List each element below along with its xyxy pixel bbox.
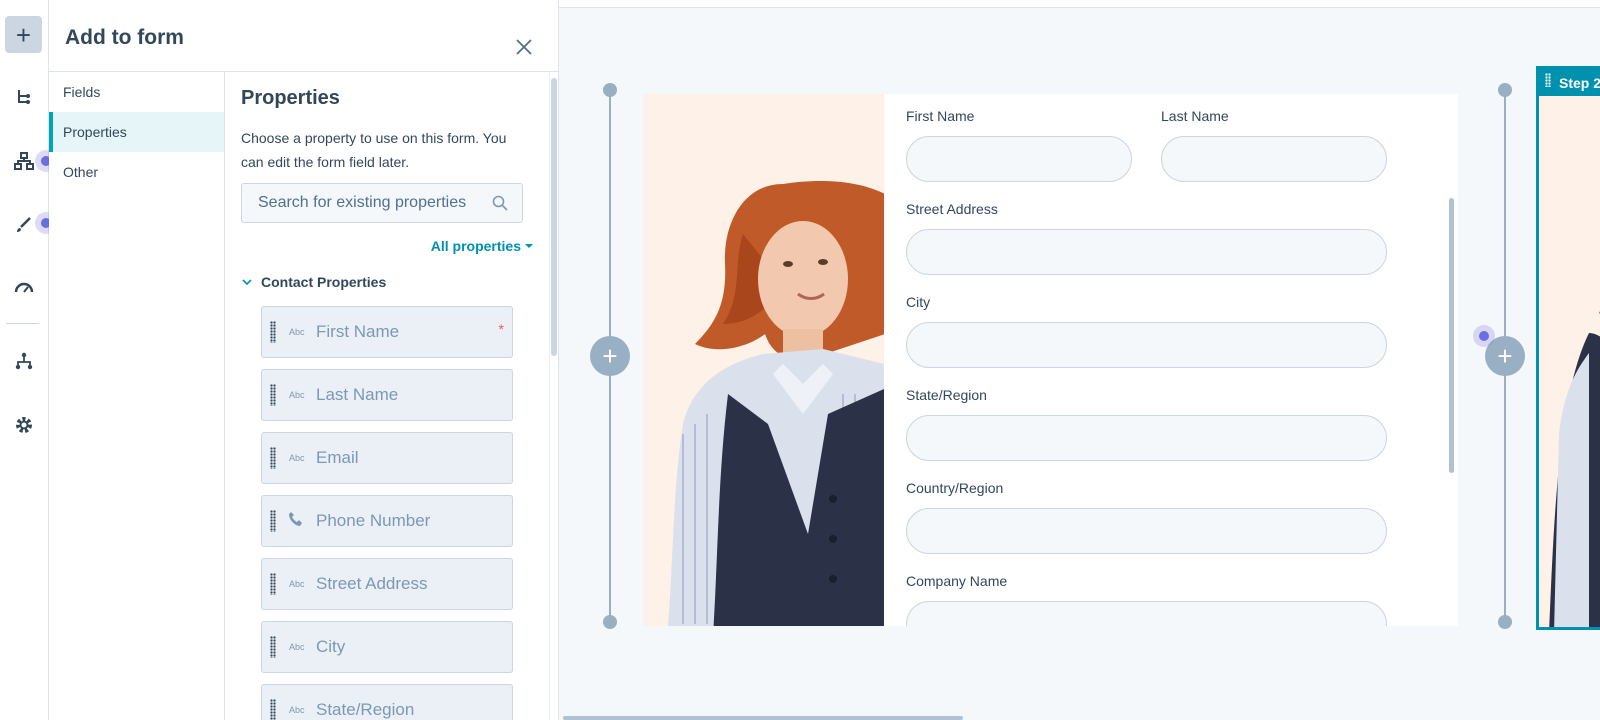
panel-nav: Fields Properties Other (49, 72, 225, 720)
properties-section: Properties Choose a property to use on t… (225, 72, 559, 720)
city-field[interactable] (906, 322, 1387, 368)
connector-node (1498, 83, 1512, 97)
left-rail: + (0, 0, 57, 720)
drag-handle-icon[interactable] (1545, 73, 1551, 87)
gauge-icon[interactable] (5, 268, 42, 305)
property-label: First Name (316, 322, 400, 341)
drag-handle-icon[interactable] (270, 699, 276, 720)
state-region-field[interactable] (906, 415, 1387, 461)
country-region-label: Country/Region (906, 480, 1004, 496)
connector-node (603, 83, 617, 97)
close-icon[interactable] (513, 36, 535, 58)
properties-title: Properties (241, 87, 340, 109)
street-address-field[interactable] (906, 229, 1387, 275)
text-type-icon: Abc (289, 642, 305, 652)
company-name-field[interactable] (906, 601, 1387, 626)
nav-item-fields[interactable]: Fields (49, 72, 224, 112)
contact-properties-group[interactable]: Contact Properties (241, 274, 386, 290)
properties-scrollbar[interactable] (551, 78, 557, 356)
property-item[interactable]: Phone Number (261, 495, 513, 547)
step-2-tab[interactable]: Step 2 (1539, 69, 1600, 96)
properties-description: Choose a property to use on this form. Y… (241, 130, 507, 170)
search-icon[interactable] (492, 195, 508, 216)
first-name-label: First Name (906, 108, 975, 124)
all-properties-dropdown[interactable]: All properties (431, 238, 533, 254)
add-icon[interactable]: + (5, 16, 42, 53)
property-list: Abc First Name * Abc Last Name Abc Email… (261, 306, 513, 720)
property-item[interactable]: Abc State/Region (261, 684, 513, 720)
form-step-card: First Name Last Name Street Address City… (643, 94, 1458, 626)
phone-icon (287, 510, 305, 533)
required-marker: * (498, 321, 504, 337)
drag-handle-icon[interactable] (270, 447, 276, 469)
connector-node (603, 615, 617, 629)
nav-item-properties[interactable]: Properties (49, 112, 224, 152)
drag-handle-icon[interactable] (270, 384, 276, 406)
company-name-label: Company Name (906, 573, 1008, 589)
sitemap-icon[interactable] (5, 342, 42, 379)
connector-node (1498, 615, 1512, 629)
drag-handle-icon[interactable] (270, 510, 276, 532)
form-scrollbar[interactable] (1449, 198, 1454, 473)
state-region-label: State/Region (906, 387, 987, 403)
hero-image (643, 94, 884, 626)
canvas-horizontal-scrollbar[interactable] (563, 716, 963, 720)
add-to-form-panel: Add to form Fields Properties Other Prop… (49, 0, 559, 720)
property-search (241, 183, 523, 223)
property-item[interactable]: Abc First Name * (261, 306, 513, 358)
property-item[interactable]: Abc Last Name (261, 369, 513, 421)
city-label: City (906, 294, 931, 310)
caret-down-icon (525, 244, 533, 248)
street-address-label: Street Address (906, 201, 998, 217)
property-label: City (316, 637, 346, 656)
text-type-icon: Abc (289, 705, 305, 715)
nav-item-other[interactable]: Other (49, 152, 224, 192)
rail-divider (6, 323, 39, 324)
chevron-down-icon (242, 279, 252, 286)
panel-header: Add to form (49, 0, 559, 72)
gear-icon[interactable] (5, 406, 42, 443)
property-label: State/Region (316, 700, 415, 719)
pulse-indicator (1473, 325, 1495, 347)
property-item[interactable]: Abc Street Address (261, 558, 513, 610)
property-label: Email (316, 448, 359, 467)
property-search-input[interactable] (258, 194, 488, 212)
property-item[interactable]: Abc City (261, 621, 513, 673)
all-properties-label: All properties (430, 238, 521, 254)
text-type-icon: Abc (289, 390, 305, 400)
step-2-hero-image (1549, 311, 1600, 627)
property-label: Last Name (316, 385, 399, 404)
drag-handle-icon[interactable] (270, 636, 276, 658)
text-type-icon: Abc (289, 453, 305, 463)
group-label: Contact Properties (261, 274, 387, 290)
add-step-button[interactable]: + (590, 336, 630, 376)
property-item[interactable]: Abc Email (261, 432, 513, 484)
last-name-label: Last Name (1161, 108, 1229, 124)
property-label: Phone Number (316, 511, 431, 530)
text-type-icon: Abc (289, 579, 305, 589)
drag-handle-icon[interactable] (270, 573, 276, 595)
drag-handle-icon[interactable] (270, 321, 276, 343)
first-name-field[interactable] (906, 136, 1132, 182)
step-2-label: Step 2 (1559, 74, 1600, 91)
contact-form: First Name Last Name Street Address City… (884, 94, 1444, 626)
panel-title: Add to form (65, 26, 184, 49)
property-label: Street Address (316, 574, 428, 593)
text-type-icon: Abc (289, 327, 305, 337)
workflow-icon[interactable] (5, 78, 42, 115)
last-name-field[interactable] (1161, 136, 1387, 182)
step-2-card[interactable]: Step 2 (1536, 66, 1600, 630)
country-region-field[interactable] (906, 508, 1387, 554)
